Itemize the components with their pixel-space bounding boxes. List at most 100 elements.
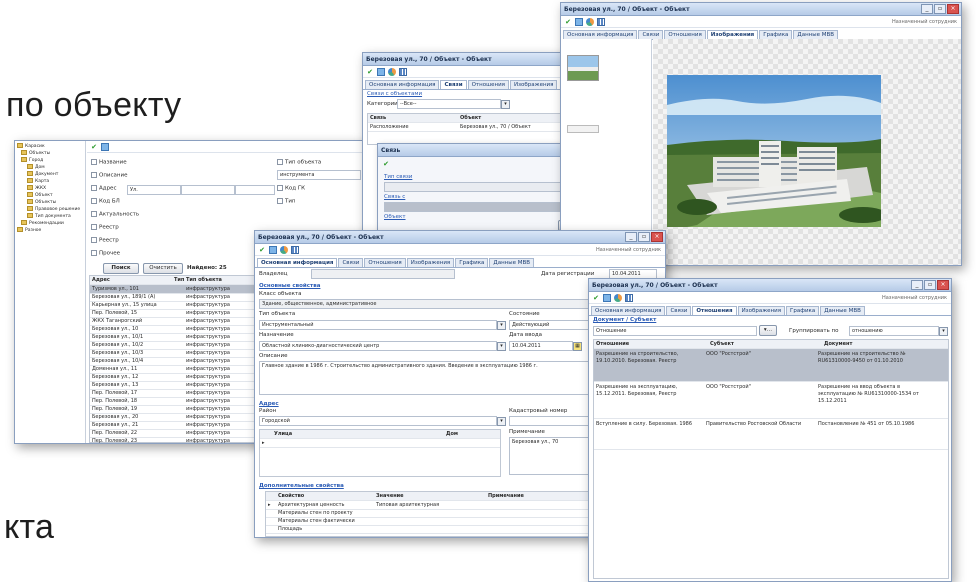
chevron-down-icon[interactable]: ▾: [501, 100, 510, 109]
link-with-input[interactable]: [384, 202, 568, 212]
tree-item[interactable]: Дом: [27, 164, 45, 170]
checkbox[interactable]: [91, 172, 97, 178]
close-icon[interactable]: ×: [937, 280, 949, 290]
table-row[interactable]: Разрешение на строительство, 19.10.2010.…: [594, 349, 948, 382]
minimize-icon[interactable]: _: [625, 232, 637, 242]
table-row[interactable]: Разрешение на эксплуатацию, 15.12.2011. …: [594, 382, 948, 419]
save-icon[interactable]: [603, 293, 611, 302]
column-header[interactable]: Отношение: [594, 340, 708, 348]
table-row[interactable]: Вступление в силу. Березовая. 1986 Правит…: [594, 419, 948, 450]
relation-filter-input[interactable]: Отношение: [593, 326, 757, 336]
minimize-icon[interactable]: _: [911, 280, 923, 290]
table-icon[interactable]: [625, 293, 633, 302]
maximize-icon[interactable]: ▫: [638, 232, 650, 242]
tab-graphics[interactable]: Графика: [455, 258, 489, 267]
tab-images[interactable]: Изображения: [706, 30, 759, 39]
tree-item[interactable]: ЖКХ: [27, 185, 46, 191]
tab-main-info[interactable]: Основная информация: [563, 30, 638, 39]
column-header[interactable]: Субъект: [708, 340, 822, 348]
check-icon[interactable]: ✔: [366, 68, 374, 76]
object-type-input[interactable]: инструмента: [277, 170, 361, 180]
chart-icon[interactable]: [614, 293, 622, 302]
region-select[interactable]: Городской: [259, 416, 497, 426]
date2-input[interactable]: 10.04.2011: [509, 341, 573, 351]
image-thumbnail[interactable]: [567, 55, 599, 81]
tab-relations[interactable]: Отношения: [692, 306, 737, 315]
maximize-icon[interactable]: ▫: [924, 280, 936, 290]
tree-item[interactable]: Объект: [27, 192, 53, 198]
address-street-input[interactable]: Ул.: [127, 185, 181, 195]
tree-item[interactable]: Город: [21, 157, 43, 163]
calendar-icon[interactable]: ▦: [573, 342, 582, 351]
check-icon[interactable]: ✔: [564, 18, 572, 26]
tab-links[interactable]: Связи: [638, 30, 664, 39]
save-icon[interactable]: [101, 142, 109, 151]
tree-item[interactable]: Карта: [27, 178, 49, 184]
tab-links[interactable]: Связи: [338, 258, 364, 267]
clear-button[interactable]: Очистить: [143, 263, 183, 274]
column-header[interactable]: Адрес: [90, 276, 172, 284]
chevron-down-icon[interactable]: ▾: [497, 342, 506, 351]
table-row[interactable]: ▸: [260, 439, 500, 448]
column-header[interactable]: Значение: [374, 492, 486, 500]
tab-images[interactable]: Изображения: [406, 258, 455, 267]
tab-links[interactable]: Связи: [440, 80, 467, 89]
checkbox[interactable]: [91, 237, 97, 243]
check-icon[interactable]: ✔: [382, 160, 390, 168]
tab-links[interactable]: Связи: [666, 306, 692, 315]
tab-images[interactable]: Изображения: [509, 80, 558, 89]
maximize-icon[interactable]: ▫: [934, 4, 946, 14]
checkbox[interactable]: [91, 159, 97, 165]
tree-item[interactable]: Тип документа: [27, 213, 71, 219]
tab-main-info[interactable]: Основная информация: [365, 80, 440, 89]
checkbox[interactable]: [91, 185, 97, 191]
table-icon[interactable]: [291, 245, 299, 254]
tab-relations[interactable]: Отношения: [664, 30, 706, 39]
link-type-label[interactable]: Тип связи: [384, 174, 412, 180]
chart-icon[interactable]: [586, 17, 594, 26]
chart-icon[interactable]: [280, 245, 288, 254]
close-icon[interactable]: ×: [651, 232, 663, 242]
column-header[interactable]: Документ: [822, 340, 936, 348]
link-with-label[interactable]: Связь с: [384, 194, 405, 200]
column-header[interactable]: Объект: [458, 114, 570, 122]
tab-mvv-data[interactable]: Данные МВВ: [820, 306, 865, 315]
thumbnail-caption[interactable]: [567, 125, 599, 133]
chevron-down-icon[interactable]: ▾: [497, 417, 506, 426]
object-tree[interactable]: Карасик Объекты Город Дом Документ Карта…: [15, 141, 86, 443]
checkbox[interactable]: [277, 159, 283, 165]
category-select[interactable]: --Все--: [397, 99, 501, 109]
save-icon[interactable]: [575, 17, 583, 26]
link-object-label[interactable]: Объект: [384, 214, 406, 220]
checkbox[interactable]: [277, 198, 283, 204]
table-icon[interactable]: [399, 67, 407, 76]
filter-dropdown-button[interactable]: ▾…: [759, 325, 777, 336]
column-header[interactable]: Свойство: [276, 492, 374, 500]
tree-item[interactable]: Разное: [17, 227, 41, 233]
tree-item[interactable]: Документ: [27, 171, 58, 177]
check-icon[interactable]: ✔: [592, 294, 600, 302]
link-type-input[interactable]: [384, 182, 568, 192]
checkbox[interactable]: [277, 185, 283, 191]
save-icon[interactable]: [377, 67, 385, 76]
tab-main-info[interactable]: Основная информация: [257, 258, 338, 267]
minimize-icon[interactable]: _: [921, 4, 933, 14]
tab-relations[interactable]: Отношения: [467, 80, 509, 89]
tree-item[interactable]: Правовое решение: [27, 206, 80, 212]
checkbox[interactable]: [91, 198, 97, 204]
tree-item[interactable]: Объекты: [21, 150, 50, 156]
column-header[interactable]: Связь: [368, 114, 458, 122]
chart-icon[interactable]: [388, 67, 396, 76]
check-icon[interactable]: ✔: [90, 143, 98, 151]
tab-mvv-data[interactable]: Данные МВВ: [793, 30, 839, 39]
checkbox[interactable]: [91, 224, 97, 230]
chevron-down-icon[interactable]: ▾: [497, 321, 506, 330]
owner-input[interactable]: [311, 269, 455, 279]
tab-mvv-data[interactable]: Данные МВВ: [489, 258, 535, 267]
search-button[interactable]: Поиск: [103, 263, 139, 274]
tab-main-info[interactable]: Основная информация: [591, 306, 666, 315]
column-header[interactable]: Улица: [272, 430, 444, 438]
checkbox[interactable]: [91, 250, 97, 256]
table-row[interactable]: Пер. Полевой, 23 инфраструктура: [90, 437, 270, 443]
column-header[interactable]: Тип: [172, 276, 184, 284]
